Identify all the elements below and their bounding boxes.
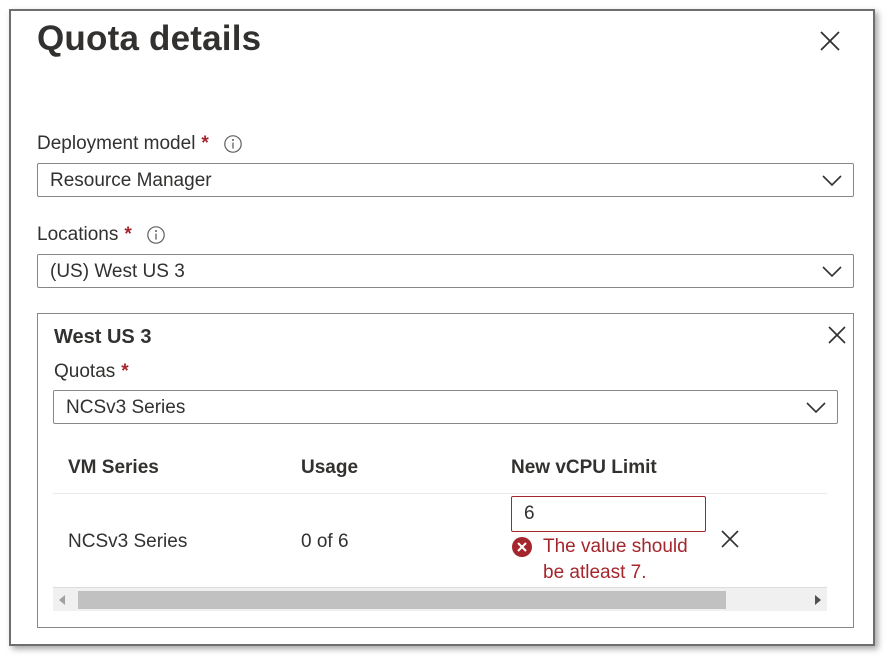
locations-value: (US) West US 3 (50, 261, 185, 282)
quotas-dropdown[interactable]: NCSv3 Series (53, 390, 838, 424)
scrollbar-thumb[interactable] (78, 591, 726, 609)
scroll-left-arrow-icon[interactable] (59, 595, 65, 605)
required-mark: * (201, 133, 209, 154)
column-header-vm-series: VM Series (68, 457, 159, 478)
info-icon[interactable] (146, 225, 166, 245)
panel-title: Quota details (37, 19, 262, 58)
close-icon[interactable] (720, 529, 740, 549)
error-circle-icon (512, 537, 532, 557)
column-header-usage: Usage (301, 457, 359, 478)
scroll-right-arrow-icon[interactable] (815, 595, 821, 605)
locations-label-row: Locations * (37, 224, 166, 246)
deployment-model-dropdown[interactable]: Resource Manager (37, 163, 854, 197)
quota-details-panel: Quota details Deployment model * Resourc… (9, 9, 875, 646)
close-icon[interactable] (817, 28, 843, 54)
chevron-down-icon (806, 402, 826, 414)
close-icon[interactable] (826, 324, 848, 346)
new-vcpu-limit-input[interactable] (511, 496, 706, 532)
chevron-down-icon (822, 175, 842, 187)
cell-usage: 0 of 6 (301, 531, 349, 552)
quotas-value: NCSv3 Series (66, 397, 186, 418)
required-mark: * (121, 361, 129, 382)
table-header-divider (53, 493, 827, 494)
deployment-model-value: Resource Manager (50, 170, 212, 191)
deployment-model-label: Deployment model (37, 133, 196, 154)
quotas-label-row: Quotas * (54, 361, 129, 383)
error-message: The value should be atleast 7. (543, 536, 688, 583)
cell-vm-series: NCSv3 Series (68, 531, 188, 552)
region-card: West US 3 Quotas * NCSv3 Series VM Serie… (37, 313, 854, 628)
locations-dropdown[interactable]: (US) West US 3 (37, 254, 854, 288)
region-title: West US 3 (54, 326, 152, 348)
quotas-label: Quotas (54, 361, 116, 382)
horizontal-scrollbar[interactable] (53, 587, 827, 611)
deployment-model-label-row: Deployment model * (37, 133, 243, 155)
locations-label: Locations (37, 224, 119, 245)
info-icon[interactable] (223, 134, 243, 154)
required-mark: * (124, 224, 132, 245)
chevron-down-icon (822, 266, 842, 278)
column-header-new-vcpu-limit: New vCPU Limit (511, 457, 657, 478)
validation-error: The value should be atleast 7. (511, 534, 703, 586)
